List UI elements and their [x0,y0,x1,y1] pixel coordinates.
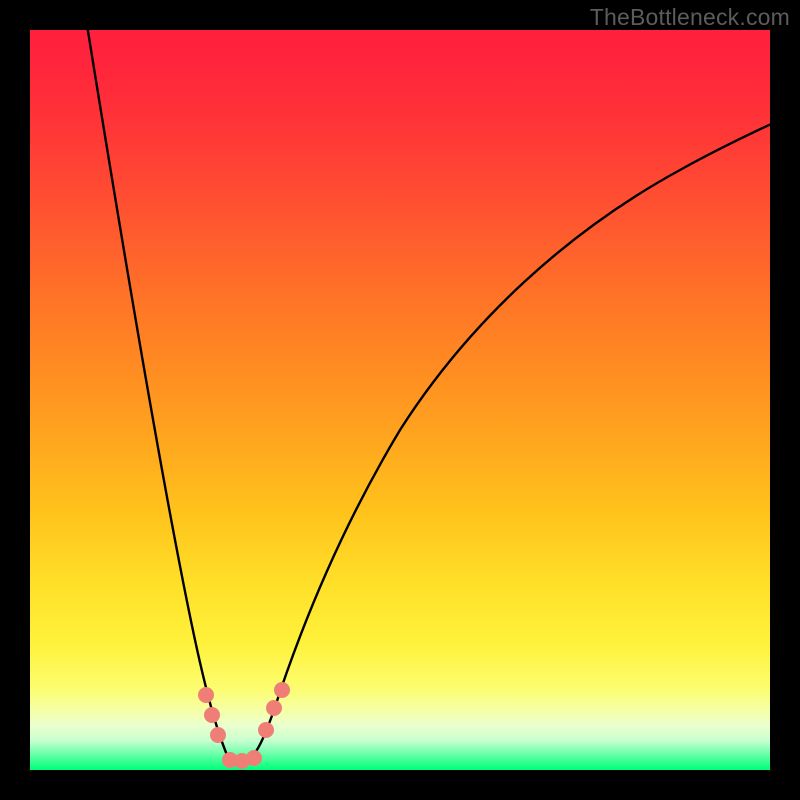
marker-dot [198,687,214,703]
bottleneck-curve-right [240,115,770,762]
chart-frame: TheBottleneck.com [0,0,800,800]
plot-area [30,30,770,770]
marker-group [198,682,290,769]
marker-dot [246,750,262,766]
marker-dot [204,707,220,723]
curve-layer [30,30,770,770]
marker-dot [266,700,282,716]
marker-dot [210,727,226,743]
watermark-text: TheBottleneck.com [590,4,790,31]
marker-dot [274,682,290,698]
bottleneck-curve-left [87,30,240,762]
marker-dot [258,722,274,738]
